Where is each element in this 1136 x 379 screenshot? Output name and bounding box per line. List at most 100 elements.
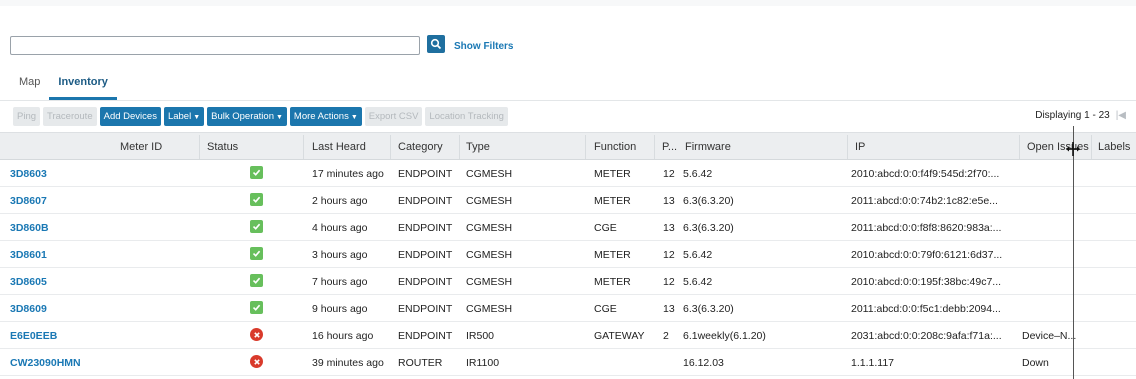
device-name-link[interactable]: 3D8609 [10, 303, 47, 315]
p-cell: 13 [663, 303, 675, 315]
label-dropdown-button[interactable]: Label ▼ [163, 107, 205, 126]
last-heard-cell: 3 hours ago [312, 249, 368, 261]
last-heard-cell: 39 minutes ago [312, 357, 384, 369]
status-ok-icon [250, 220, 263, 233]
column-header-function[interactable]: Function [594, 141, 636, 153]
search-bar: Show Filters [10, 34, 513, 55]
table-row[interactable]: 3D8607 2 hours ago ENDPOINT CGMESH METER… [0, 187, 1136, 214]
table-row[interactable]: CW23090HMN 39 minutes ago ROUTER IR1100 … [0, 349, 1136, 376]
device-name-link[interactable]: 3D860B [10, 222, 49, 234]
bulk-operation-dropdown-button[interactable]: Bulk Operation ▼ [207, 107, 287, 126]
bulk-operation-button-text: Bulk Operation [211, 111, 274, 122]
table-row[interactable]: 3D860B 4 hours ago ENDPOINT CGMESH CGE 1… [0, 214, 1136, 241]
function-cell: CGE [594, 222, 617, 234]
search-button[interactable] [427, 34, 445, 53]
ip-cell: 2010:abcd:0:0:195f:38bc:49c7... [851, 276, 1002, 288]
table-row[interactable]: 3D8609 9 hours ago ENDPOINT CGMESH CGE 1… [0, 295, 1136, 322]
category-cell: ENDPOINT [398, 222, 453, 234]
device-name-link[interactable]: 3D8607 [10, 195, 47, 207]
function-cell: METER [594, 276, 631, 288]
search-input[interactable] [10, 36, 420, 55]
column-separator [1091, 135, 1092, 159]
function-cell: METER [594, 195, 631, 207]
column-header-p[interactable]: P... [662, 141, 677, 153]
status-ok-icon [250, 166, 263, 179]
column-resize-guide[interactable] [1073, 126, 1074, 379]
table-row[interactable]: 3D8601 3 hours ago ENDPOINT CGMESH METER… [0, 241, 1136, 268]
traceroute-button[interactable]: Traceroute [43, 107, 97, 126]
caret-down-icon: ▼ [275, 114, 283, 121]
device-name-link[interactable]: 3D8601 [10, 249, 47, 261]
column-separator [654, 135, 655, 159]
type-cell: CGMESH [466, 222, 513, 234]
p-cell: 13 [663, 222, 675, 234]
column-separator [585, 135, 586, 159]
type-cell: IR500 [466, 330, 495, 342]
ping-button[interactable]: Ping [13, 107, 41, 126]
p-cell: 12 [663, 276, 675, 288]
last-heard-cell: 9 hours ago [312, 303, 368, 315]
view-tabs: Map Inventory [10, 70, 117, 100]
function-cell: GATEWAY [594, 330, 645, 342]
show-filters-link[interactable]: Show Filters [454, 41, 513, 52]
export-csv-button[interactable]: Export CSV [364, 107, 423, 126]
more-actions-dropdown-button[interactable]: More Actions ▼ [289, 107, 362, 126]
ip-cell: 1.1.1.117 [851, 357, 895, 369]
function-cell: CGE [594, 303, 617, 315]
more-actions-button-text: More Actions [293, 111, 349, 122]
last-heard-cell: 16 hours ago [312, 330, 374, 342]
open-issues-cell: Down [1022, 357, 1049, 369]
column-header-meter-id[interactable]: Meter ID [120, 141, 162, 153]
column-separator [459, 135, 460, 159]
firmware-cell: 6.3(6.3.20) [683, 222, 734, 234]
device-name-link[interactable]: CW23090HMN [10, 357, 81, 369]
category-cell: ENDPOINT [398, 276, 453, 288]
column-header-firmware[interactable]: Firmware [685, 141, 731, 153]
table-row[interactable]: 3D8605 7 hours ago ENDPOINT CGMESH METER… [0, 268, 1136, 295]
tab-map[interactable]: Map [10, 70, 49, 100]
firmware-cell: 5.6.42 [683, 276, 713, 288]
status-ok-icon [250, 301, 263, 314]
category-cell: ENDPOINT [398, 168, 453, 180]
displaying-count: Displaying 1 - 23 [1035, 110, 1110, 121]
firmware-cell: 5.6.42 [683, 249, 713, 261]
column-header-type[interactable]: Type [466, 141, 490, 153]
column-header-category[interactable]: Category [398, 141, 443, 153]
status-ok-icon [250, 247, 263, 260]
column-separator [1019, 135, 1020, 159]
open-issues-cell: Device–N... [1022, 330, 1077, 342]
column-header-status[interactable]: Status [207, 141, 238, 153]
column-separator [303, 135, 304, 159]
status-ok-icon [250, 193, 263, 206]
top-banner-strip [0, 0, 1136, 6]
ip-cell: 2011:abcd:0:0:f5c1:debb:2094... [851, 303, 1001, 315]
device-name-link[interactable]: E6E0EEB [10, 330, 57, 342]
caret-down-icon: ▼ [350, 114, 358, 121]
firmware-cell: 6.3(6.3.20) [683, 195, 734, 207]
firmware-cell: 16.12.03 [683, 357, 724, 369]
p-cell: 13 [663, 195, 675, 207]
pagination-info: Displaying 1 - 23 |◀ [1035, 110, 1126, 121]
type-cell: CGMESH [466, 249, 513, 261]
type-cell: CGMESH [466, 303, 513, 315]
column-header-last-heard[interactable]: Last Heard [312, 141, 366, 153]
category-cell: ENDPOINT [398, 195, 453, 207]
first-page-icon[interactable]: |◀ [1116, 110, 1126, 121]
location-tracking-button[interactable]: Location Tracking [425, 107, 508, 126]
category-cell: ENDPOINT [398, 249, 453, 261]
firmware-cell: 6.1weekly(6.1.20) [683, 330, 766, 342]
column-header-labels[interactable]: Labels [1098, 141, 1130, 153]
ip-cell: 2010:abcd:0:0:79f0:6121:6d37... [851, 249, 1003, 261]
device-name-link[interactable]: 3D8605 [10, 276, 47, 288]
table-row[interactable]: 3D8603 17 minutes ago ENDPOINT CGMESH ME… [0, 160, 1136, 187]
last-heard-cell: 7 hours ago [312, 276, 368, 288]
type-cell: IR1100 [466, 357, 500, 369]
table-row[interactable]: E6E0EEB 16 hours ago ENDPOINT IR500 GATE… [0, 322, 1136, 349]
tab-inventory[interactable]: Inventory [49, 70, 117, 100]
add-devices-button[interactable]: Add Devices [99, 107, 161, 126]
type-cell: CGMESH [466, 168, 513, 180]
type-cell: CGMESH [466, 195, 513, 207]
device-name-link[interactable]: 3D8603 [10, 168, 47, 180]
p-cell: 12 [663, 168, 675, 180]
column-header-ip[interactable]: IP [855, 141, 865, 153]
